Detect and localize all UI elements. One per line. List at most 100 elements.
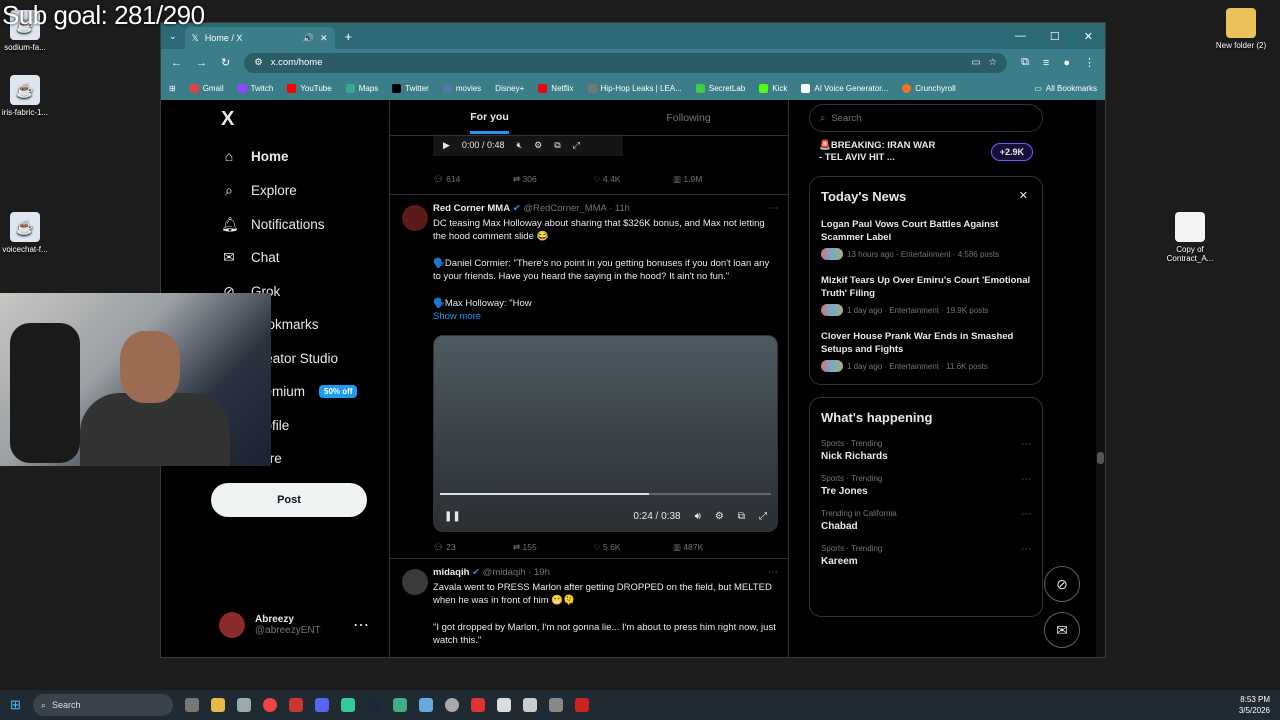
video-progress[interactable]: [440, 493, 771, 495]
pip-icon[interactable]: ⧉: [738, 511, 745, 522]
messages-fab-icon[interactable]: ✉: [1044, 612, 1080, 648]
speaker-icon[interactable]: 🔊: [303, 33, 314, 44]
app-icon[interactable]: [548, 698, 563, 712]
forward-icon[interactable]: →: [196, 57, 207, 69]
apps-icon[interactable]: ⊞: [169, 84, 176, 93]
news-item[interactable]: Logan Paul Vows Court Battles Against Sc…: [821, 218, 1031, 260]
bookmark-twitch[interactable]: Twitch: [237, 83, 273, 93]
x-logo-icon[interactable]: X: [221, 108, 234, 131]
tab-following[interactable]: Following: [589, 100, 788, 135]
chrome-icon[interactable]: [262, 698, 277, 712]
search-input[interactable]: ⌕ Search: [809, 104, 1043, 132]
pause-icon[interactable]: ❚❚: [444, 511, 461, 522]
app-icon[interactable]: [496, 698, 511, 712]
more-options-icon[interactable]: ⋯: [1021, 544, 1031, 555]
trend-item[interactable]: Sports · Trending Kareem ⋯: [821, 544, 1031, 567]
app-icon[interactable]: [340, 698, 355, 712]
new-tab-icon[interactable]: +: [335, 29, 363, 44]
close-window-icon[interactable]: ✕: [1084, 30, 1093, 43]
repost-button[interactable]: ⇄ 306: [513, 174, 593, 185]
news-item[interactable]: Clover House Prank War Ends in Smashed S…: [821, 330, 1031, 372]
bookmark-movies[interactable]: movies: [442, 83, 481, 93]
show-more-link[interactable]: Show more: [433, 311, 481, 322]
bookmark-kick[interactable]: Kick: [759, 83, 787, 93]
reply-button[interactable]: 💬︎ 23: [433, 542, 513, 553]
news-item[interactable]: Mizkif Tears Up Over Emiru's Court 'Emot…: [821, 274, 1031, 316]
trend-item[interactable]: Sports · Trending Nick Richards ⋯: [821, 439, 1031, 462]
breaking-count-pill[interactable]: +2.9K: [990, 143, 1033, 161]
bookmark-disney[interactable]: Disney+: [495, 84, 524, 93]
app-icon[interactable]: [288, 698, 303, 712]
maximize-icon[interactable]: ☐: [1050, 30, 1060, 43]
media-icon[interactable]: ≡: [1043, 57, 1049, 69]
page-scrollbar[interactable]: [1096, 100, 1105, 657]
bookmark-twitter[interactable]: Twitter: [392, 83, 429, 93]
bookmark-youtube[interactable]: YouTube: [287, 83, 332, 93]
app-icon[interactable]: [444, 698, 459, 712]
bookmark-maps[interactable]: Maps: [345, 83, 378, 93]
like-button[interactable]: ♡ 5.6K: [593, 542, 673, 553]
desktop-icon-file[interactable]: Copy of Contract_A...: [1155, 212, 1225, 263]
more-options-icon[interactable]: ⋯: [768, 567, 778, 578]
author-name[interactable]: midaqih: [433, 567, 469, 578]
bookmark-netflix[interactable]: Netflix: [538, 83, 574, 93]
minimize-icon[interactable]: —: [1015, 30, 1026, 43]
nav-notifications[interactable]: 🔔︎ Notifications: [221, 216, 325, 233]
bookmark-gmail[interactable]: Gmail: [189, 83, 224, 93]
fullscreen-icon[interactable]: ⤢: [573, 140, 580, 151]
app-icon[interactable]: [392, 698, 407, 712]
more-options-icon[interactable]: ⋯: [1021, 474, 1031, 485]
grok-fab-icon[interactable]: ⊘: [1044, 566, 1080, 602]
avatar[interactable]: [402, 569, 428, 595]
site-info-icon[interactable]: ⚙: [254, 57, 263, 68]
repost-button[interactable]: ⇄ 155: [513, 542, 593, 553]
nav-home[interactable]: ⌂ Home: [221, 148, 289, 164]
views-button[interactable]: ▥ 1.9M: [673, 174, 753, 185]
system-clock[interactable]: 8:53 PM 3/5/2026: [1239, 694, 1270, 716]
bookmark-crunchyroll[interactable]: Crunchyroll: [902, 83, 956, 93]
steam-icon[interactable]: [366, 698, 381, 712]
task-view-icon[interactable]: [184, 698, 199, 712]
app-icon[interactable]: [470, 698, 485, 712]
nav-chat[interactable]: ✉ Chat: [221, 249, 279, 266]
tweet[interactable]: midaqih ✔ @midaqih · 19h ⋯ Zavala went t…: [390, 558, 788, 657]
bookmark-ai-voice[interactable]: AI Voice Generator...: [801, 83, 888, 93]
notes-icon[interactable]: [418, 698, 433, 712]
desktop-icon-java[interactable]: ☕ iris-fabric-1...: [0, 75, 60, 117]
tab-home-x[interactable]: 𝕏 Home / X 🔊 ✕: [184, 27, 335, 49]
discord-icon[interactable]: [314, 698, 329, 712]
extensions-icon[interactable]: ⧉: [1021, 56, 1029, 69]
install-icon[interactable]: ▭: [972, 57, 981, 68]
app-icon[interactable]: [574, 698, 589, 712]
fullscreen-icon[interactable]: ⤢: [759, 511, 767, 522]
close-icon[interactable]: ✕: [1019, 189, 1028, 202]
nav-explore[interactable]: ⌕ Explore: [221, 182, 297, 199]
reload-icon[interactable]: ↻: [221, 56, 230, 69]
settings-icon[interactable]: ⚙: [715, 511, 724, 522]
all-bookmarks[interactable]: ▭ All Bookmarks: [1034, 84, 1097, 93]
back-icon[interactable]: ←: [171, 57, 182, 69]
taskbar-search[interactable]: ⌕ Search: [32, 694, 173, 716]
windows-start-icon[interactable]: ⊞: [10, 697, 21, 713]
like-button[interactable]: ♡ 4.4K: [593, 174, 673, 185]
avatar[interactable]: [402, 205, 428, 231]
menu-icon[interactable]: ⋮: [1084, 56, 1095, 69]
url-field[interactable]: ⚙ x.com/home ▭ ☆: [244, 52, 1008, 73]
more-options-icon[interactable]: ⋯: [768, 203, 778, 214]
tweet[interactable]: Red Corner MMA ✔ @RedCorner_MMA · 11h ⋯ …: [390, 194, 788, 556]
bookmark-hiphop[interactable]: Hip-Hop Leaks | LEA...: [587, 83, 682, 93]
desktop-icon-java[interactable]: ☕ voicechat-f...: [0, 212, 60, 254]
breaking-news-item[interactable]: 🚨BREAKING: IRAN WAR - TEL AVIV HIT ... +…: [809, 140, 1043, 164]
pip-icon[interactable]: ⧉: [554, 140, 560, 151]
mute-icon[interactable]: 🔇︎: [516, 140, 522, 151]
trend-item[interactable]: Trending in California Chabad ⋯: [821, 509, 1031, 532]
author-name[interactable]: Red Corner MMA: [433, 203, 510, 214]
volume-icon[interactable]: 🔊︎: [695, 511, 701, 522]
tab-for-you[interactable]: For you: [390, 100, 589, 135]
desktop-icon-folder[interactable]: New folder (2): [1206, 8, 1276, 50]
settings-icon[interactable]: [236, 698, 251, 712]
bookmark-secretlab[interactable]: SecretLab: [695, 83, 745, 93]
author-handle[interactable]: @RedCorner_MMA: [523, 203, 606, 214]
post-button[interactable]: Post: [211, 483, 367, 517]
bookmark-star-icon[interactable]: ☆: [989, 57, 998, 68]
